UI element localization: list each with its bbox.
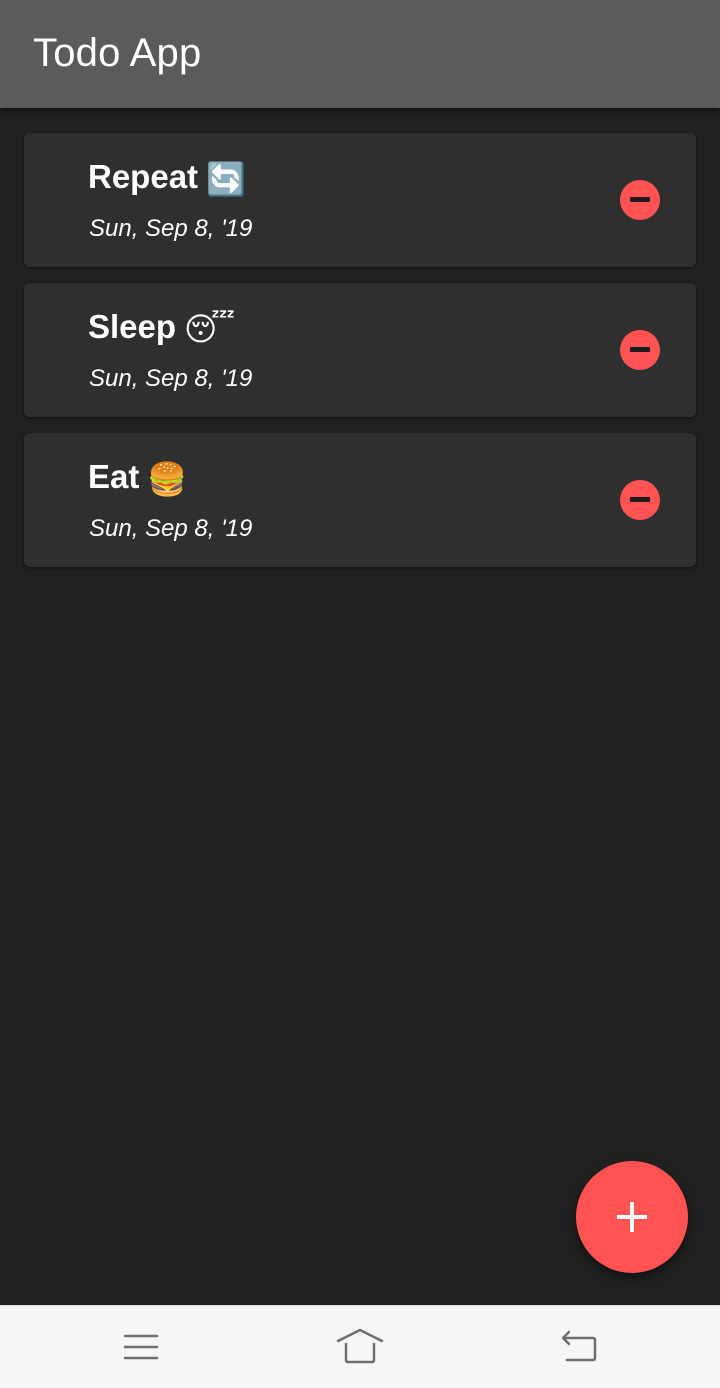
todo-title-text: Eat [88, 458, 140, 495]
minus-circle-icon [630, 347, 650, 352]
todo-app: Todo App Repeat 🔄 Sun, Sep 8, '19 Sleep 😴 … [0, 0, 720, 1388]
app-bar: Todo App [0, 0, 720, 108]
add-todo-button[interactable] [576, 1161, 688, 1273]
todo-title: Repeat 🔄 [88, 158, 246, 196]
todo-item-repeat[interactable]: Repeat 🔄 Sun, Sep 8, '19 [24, 133, 696, 267]
delete-todo-button[interactable] [620, 180, 660, 220]
todo-date: Sun, Sep 8, '19 [89, 215, 253, 242]
todo-item-sleep[interactable]: Sleep 😴 Sun, Sep 8, '19 [24, 283, 696, 417]
back-icon [561, 1330, 597, 1362]
hamburger-emoji-icon: 🍔 [147, 461, 188, 498]
sleeping-face-emoji-icon: 😴 [184, 311, 236, 348]
delete-todo-button[interactable] [620, 480, 660, 520]
app-title: Todo App [33, 31, 202, 75]
todo-title: Eat 🍔 [88, 458, 187, 496]
minus-circle-icon [630, 197, 650, 202]
todo-date: Sun, Sep 8, '19 [89, 365, 253, 392]
repeat-emoji-icon: 🔄 [206, 161, 246, 198]
todo-title-text: Sleep [88, 308, 177, 345]
plus-icon [617, 1202, 647, 1232]
recent-apps-button[interactable] [117, 1326, 165, 1370]
system-navigation-bar [0, 1305, 720, 1388]
todo-title-text: Repeat [88, 158, 199, 195]
home-button[interactable] [336, 1326, 384, 1370]
back-button[interactable] [555, 1326, 603, 1370]
menu-icon [123, 1334, 159, 1360]
delete-todo-button[interactable] [620, 330, 660, 370]
todo-title: Sleep 😴 [88, 308, 235, 346]
home-icon [336, 1328, 384, 1364]
todo-list: Repeat 🔄 Sun, Sep 8, '19 Sleep 😴 Sun, Sep … [24, 133, 696, 583]
minus-circle-icon [630, 497, 650, 502]
todo-item-eat[interactable]: Eat 🍔 Sun, Sep 8, '19 [24, 433, 696, 567]
todo-date: Sun, Sep 8, '19 [89, 515, 253, 542]
